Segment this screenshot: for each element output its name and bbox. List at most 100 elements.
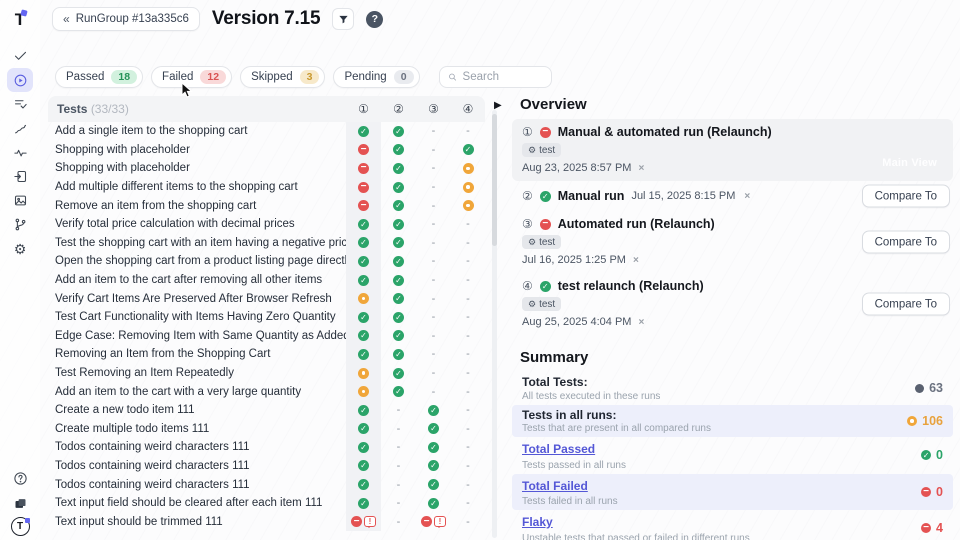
comment-icon[interactable]: ! xyxy=(364,516,376,527)
no-run-dash: - xyxy=(466,218,470,230)
run-column-2[interactable]: ② xyxy=(381,102,416,116)
summary-label[interactable]: Total Passed xyxy=(522,442,595,456)
table-row[interactable]: Verify total price calculation with deci… xyxy=(48,215,485,234)
table-row[interactable]: Todos containing weird characters 111✓-✓… xyxy=(48,457,485,476)
table-row[interactable]: Open the shopping cart from a product li… xyxy=(48,252,485,271)
no-run-dash: - xyxy=(432,386,436,398)
vertical-scrollbar[interactable] xyxy=(492,110,497,538)
import-icon[interactable] xyxy=(7,165,33,188)
table-row[interactable]: Add an item to the cart after removing a… xyxy=(48,271,485,290)
table-row[interactable]: Add an item to the cart with a very larg… xyxy=(48,382,485,401)
table-row[interactable]: Text input should be trimmed 111−!-−!- xyxy=(48,512,485,531)
remove-run-icon[interactable]: × xyxy=(638,317,644,328)
no-run-dash: - xyxy=(466,423,470,435)
filter-chip-skipped[interactable]: Skipped3 xyxy=(240,66,325,88)
status-cell: ✓ xyxy=(416,401,451,420)
help-button[interactable]: ? xyxy=(366,11,383,28)
table-row[interactable]: Removing an Item from the Shopping Cart✓… xyxy=(48,345,485,364)
pulse-icon[interactable] xyxy=(7,141,33,164)
run-date: Jul 15, 2025 8:15 PM xyxy=(631,190,735,202)
table-row[interactable]: Shopping with placeholder−✓-✓ xyxy=(48,141,485,160)
passed-icon: ✓ xyxy=(428,405,439,416)
status-cell xyxy=(346,382,381,401)
gear-icon[interactable]: ⚙ xyxy=(7,237,33,260)
rungroup-back-button[interactable]: « RunGroup #13a335c6 xyxy=(52,7,200,31)
help-icon[interactable] xyxy=(7,467,33,490)
filter-button[interactable] xyxy=(332,8,354,30)
user-avatar[interactable]: T xyxy=(11,517,30,536)
run-item[interactable]: ④✓test relaunch (Relaunch)⚙testAug 25, 2… xyxy=(512,273,953,335)
table-row[interactable]: Remove an item from the shopping cart−✓- xyxy=(48,196,485,215)
search-input[interactable] xyxy=(463,71,543,83)
scrollbar-thumb[interactable] xyxy=(492,114,497,246)
compare-to-button[interactable]: Compare To xyxy=(862,293,950,316)
status-cell: - xyxy=(416,196,451,215)
table-row[interactable]: Shopping with placeholder−✓- xyxy=(48,159,485,178)
passed-icon: ✓ xyxy=(358,479,369,490)
no-run-dash: - xyxy=(432,330,436,342)
table-row[interactable]: Add a single item to the shopping cart✓✓… xyxy=(48,122,485,141)
table-row[interactable]: Test Cart Functionality with Items Havin… xyxy=(48,308,485,327)
table-row[interactable]: Todos containing weird characters 111✓-✓… xyxy=(48,475,485,494)
run-item[interactable]: ②✓Manual runJul 15, 2025 8:15 PM×Compare… xyxy=(512,181,953,211)
table-row[interactable]: Text input field should be cleared after… xyxy=(48,494,485,513)
run-title-line: ④✓test relaunch (Relaunch) xyxy=(522,279,943,293)
compare-to-button[interactable]: Compare To xyxy=(862,185,950,208)
status-cell: - xyxy=(416,122,451,141)
summary-label[interactable]: Flaky xyxy=(522,515,553,529)
test-name: Todos containing weird characters 111 xyxy=(48,475,346,494)
tests-table-header: Tests (33/33) ① ② ③ ④ xyxy=(48,96,485,122)
branch-icon[interactable] xyxy=(7,213,33,236)
comment-icon[interactable]: ! xyxy=(434,516,446,527)
status-cell: ✓ xyxy=(346,215,381,234)
remove-run-icon[interactable]: × xyxy=(744,191,750,202)
status-cell: - xyxy=(416,364,451,383)
status-cell: ✓ xyxy=(416,420,451,439)
remove-run-icon[interactable]: × xyxy=(638,163,644,174)
no-run-dash: - xyxy=(432,144,436,156)
table-row[interactable]: Create a new todo item 111✓-✓- xyxy=(48,401,485,420)
search-box[interactable] xyxy=(439,66,552,88)
docs-icon[interactable] xyxy=(7,492,33,515)
filter-chip-passed[interactable]: Passed18 xyxy=(55,66,143,88)
passed-icon: ✓ xyxy=(393,200,404,211)
list-check-icon[interactable] xyxy=(7,93,33,116)
run-tag: ⚙test xyxy=(522,235,561,249)
filter-chip-failed[interactable]: Failed12 xyxy=(151,66,232,88)
no-run-dash: - xyxy=(432,293,436,305)
failed-icon: − xyxy=(358,182,369,193)
summary-description: Tests that are present in all compared r… xyxy=(522,423,711,434)
summary-label[interactable]: Total Failed xyxy=(522,479,588,493)
filter-chip-pending[interactable]: Pending0 xyxy=(333,66,419,88)
no-run-dash: - xyxy=(466,330,470,342)
table-row[interactable]: Verify Cart Items Are Preserved After Br… xyxy=(48,289,485,308)
summary-description: All tests executed in these runs xyxy=(522,391,660,402)
failed-icon: − xyxy=(421,516,432,527)
remove-run-icon[interactable]: × xyxy=(633,255,639,266)
table-row[interactable]: Test the shopping cart with an item havi… xyxy=(48,234,485,253)
page-title: Version 7.15 xyxy=(212,8,321,30)
status-cell: ✓ xyxy=(381,252,416,271)
run-item[interactable]: ③−Automated run (Relaunch)⚙testJul 16, 2… xyxy=(512,211,953,273)
check-icon[interactable] xyxy=(7,44,33,67)
run-name: Manual run xyxy=(558,189,625,203)
compare-to-button[interactable]: Compare To xyxy=(862,231,950,254)
status-cell: - xyxy=(451,457,485,476)
run-column-3[interactable]: ③ xyxy=(416,102,451,116)
summary-value: −4 xyxy=(921,521,943,535)
no-run-dash: - xyxy=(466,479,470,491)
run-item[interactable]: ①−Manual & automated run (Relaunch)⚙test… xyxy=(512,119,953,181)
image-icon[interactable] xyxy=(7,189,33,212)
no-run-dash: - xyxy=(432,237,436,249)
avatar-accent xyxy=(25,518,30,523)
table-row[interactable]: Todos containing weird characters 111✓-✓… xyxy=(48,438,485,457)
no-run-dash: - xyxy=(466,237,470,249)
table-row[interactable]: Edge Case: Removing Item with Same Quant… xyxy=(48,327,485,346)
run-column-4[interactable]: ④ xyxy=(451,102,485,116)
table-row[interactable]: Add multiple different items to the shop… xyxy=(48,178,485,197)
run-column-1[interactable]: ① xyxy=(346,102,381,116)
table-row[interactable]: Test Removing an Item Repeatedly✓-- xyxy=(48,364,485,383)
trend-icon[interactable] xyxy=(7,117,33,140)
runs-icon[interactable] xyxy=(7,68,33,92)
table-row[interactable]: Create multiple todo items 111✓-✓- xyxy=(48,420,485,439)
